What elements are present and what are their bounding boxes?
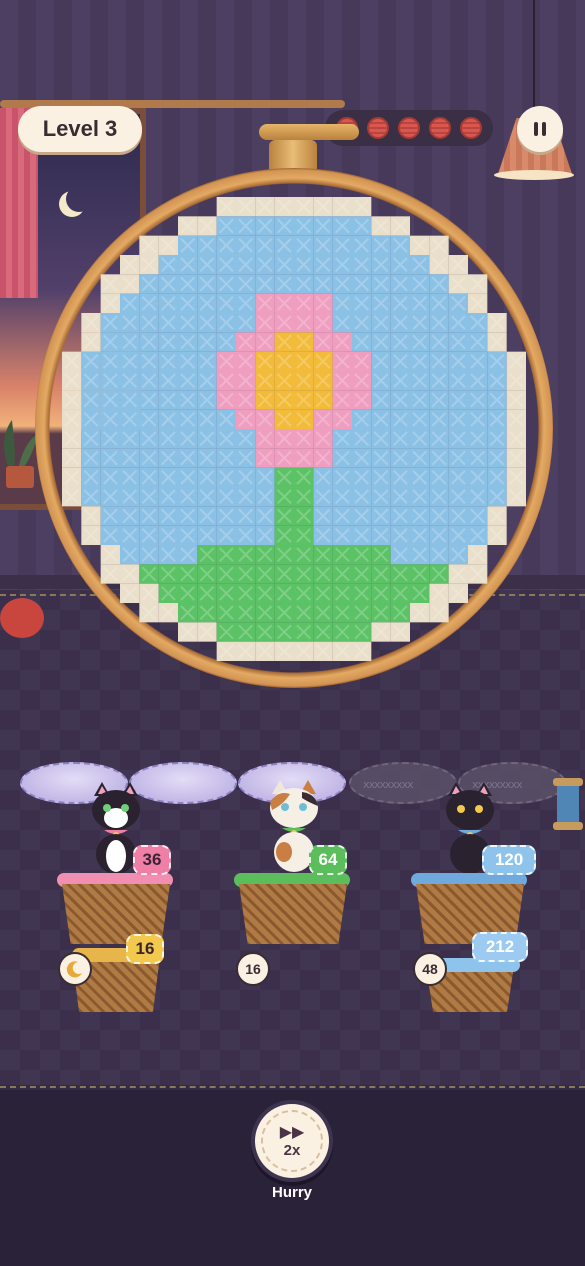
moon-icon	[58, 952, 92, 986]
basket-3-count: 120	[482, 845, 536, 875]
pause-button[interactable]	[517, 106, 563, 152]
level-label: Level 3	[42, 116, 118, 141]
game-scene: Level 3 xxxxxxxxx xxxxxxxxx 36 16 64 16 …	[0, 0, 585, 1266]
thread-spool-icon	[553, 778, 583, 830]
basket-3-queue-tag: 48	[413, 952, 447, 986]
yarn-ball-icon	[397, 117, 420, 139]
pause-icon	[534, 122, 538, 136]
hurry-label: Hurry	[271, 1184, 312, 1201]
queued-basket-3-count: 212	[472, 932, 528, 962]
cross-stitch-canvas[interactable]	[62, 197, 526, 661]
queued-basket-1-count: 16	[126, 934, 164, 964]
yarn-ball-icon	[366, 117, 389, 139]
lamp-rim	[494, 170, 574, 180]
stitch-pattern[interactable]	[62, 197, 526, 661]
yarn-ball-icon	[460, 117, 483, 139]
level-indicator: Level 3	[18, 106, 142, 152]
lamp-cord	[533, 0, 535, 120]
dashed-divider-bottom	[0, 1086, 585, 1088]
basket-1-count: 36	[133, 845, 171, 875]
basket-2-count: 64	[309, 845, 347, 875]
basket-2[interactable]	[239, 884, 347, 944]
hoop-clamp	[259, 124, 359, 140]
pincushion-icon	[0, 598, 44, 638]
plant-icon	[4, 420, 38, 488]
hurry-button[interactable]: ▶▶ 2x	[255, 1104, 329, 1178]
yarn-ball-icon	[429, 117, 452, 139]
basket-2-queue-tag: 16	[236, 952, 270, 986]
